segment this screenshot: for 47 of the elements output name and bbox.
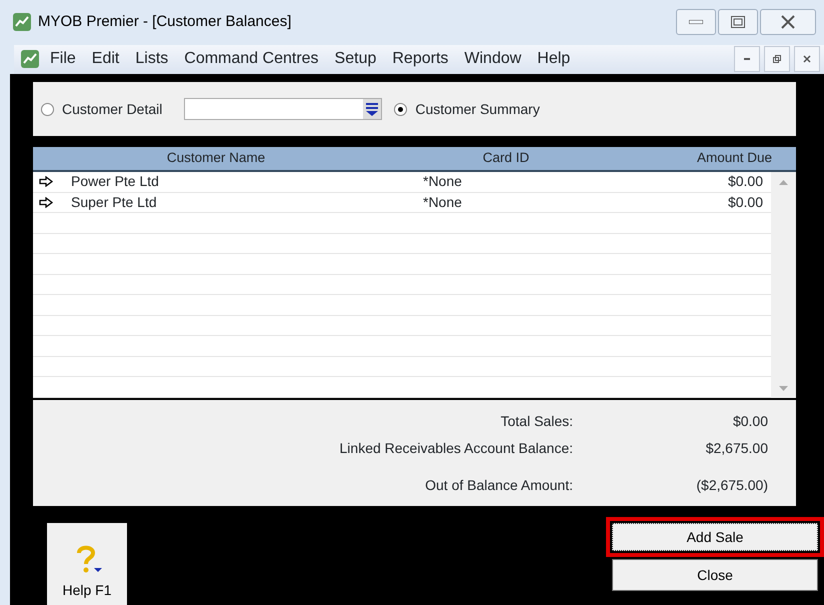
menu-item[interactable]: File — [42, 47, 84, 72]
menu-item[interactable]: Window — [456, 47, 530, 72]
help-button[interactable]: Help F1 — [47, 523, 127, 605]
restore-button[interactable] — [764, 46, 790, 72]
menu-item[interactable]: Edit — [84, 47, 128, 72]
table-cell: Power Pte Ltd — [71, 173, 159, 190]
total-label: Out of Balance Amount: — [425, 477, 573, 493]
dropdown-icon — [366, 102, 378, 116]
table-cell: $0.00 — [728, 194, 763, 210]
total-value: ($2,675.00) — [696, 477, 768, 493]
total-label: Total Sales: — [500, 413, 573, 429]
maximize-icon — [731, 16, 745, 28]
close-button[interactable] — [794, 46, 820, 72]
close-button[interactable] — [760, 9, 816, 36]
radio-button[interactable] — [41, 102, 54, 116]
arrow-icon[interactable] — [39, 196, 53, 208]
restore-icon — [773, 55, 781, 64]
menu-item[interactable]: Reports — [384, 47, 456, 72]
app-icon — [20, 49, 40, 70]
total-label: Linked Receivables Account Balance: — [340, 440, 573, 456]
up-arrow-icon — [779, 180, 788, 184]
menu-item[interactable]: Help — [529, 47, 578, 72]
app-icon — [12, 12, 32, 32]
menu-item[interactable]: Lists — [127, 47, 176, 72]
close-icon — [803, 55, 811, 64]
arrow-icon[interactable] — [39, 176, 53, 188]
window-title: MYOB Premier - [Customer Balances] — [38, 12, 292, 32]
close-icon — [781, 15, 795, 30]
total-value: $0.00 — [732, 413, 768, 429]
column-header[interactable]: Customer Name — [71, 148, 361, 169]
minimize-icon — [744, 58, 750, 60]
radio-label[interactable]: Customer Detail — [62, 98, 162, 120]
table-cell: *None — [423, 194, 462, 210]
table-cell: *None — [423, 173, 462, 190]
total-value: $2,675.00 — [706, 440, 768, 456]
column-header[interactable]: Card ID — [361, 148, 651, 169]
action-button[interactable]: Close — [612, 559, 818, 591]
column-header[interactable]: Amount Due — [651, 148, 796, 169]
minimize-icon — [689, 20, 703, 24]
menu-item[interactable]: Command Centres — [176, 47, 327, 72]
table-cell: Super Pte Ltd — [71, 194, 157, 210]
table-cell: $0.00 — [728, 173, 763, 190]
maximize-button[interactable] — [718, 9, 758, 36]
radio-label[interactable]: Customer Summary — [415, 98, 540, 120]
menu-item[interactable]: Setup — [326, 47, 384, 72]
radio-button[interactable] — [394, 102, 408, 116]
down-arrow-icon — [779, 386, 788, 390]
